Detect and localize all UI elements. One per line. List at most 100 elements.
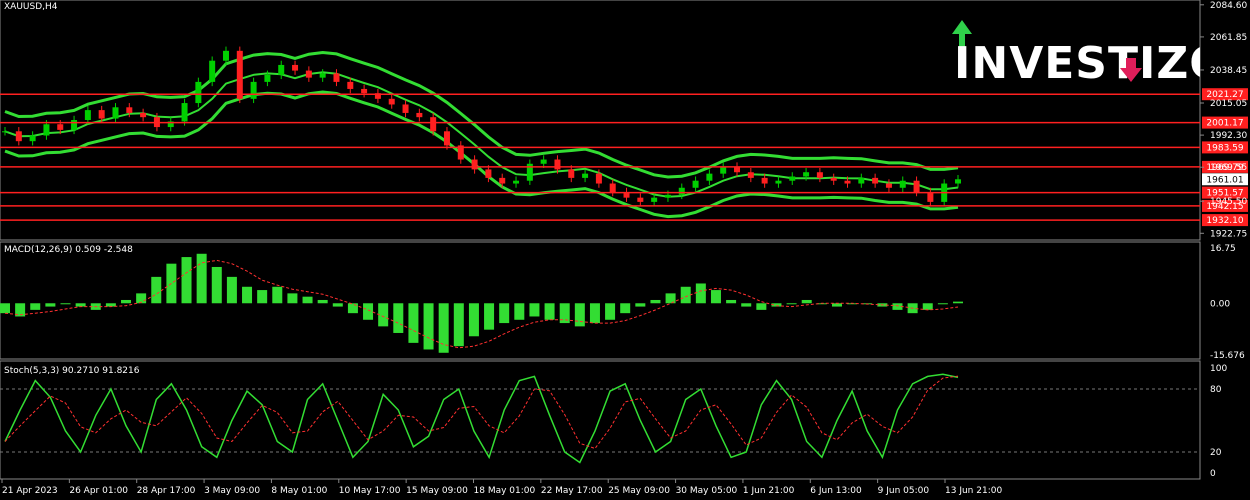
candle-body (361, 88, 368, 94)
candle-body (540, 159, 547, 164)
candle-body (582, 173, 589, 178)
candle-body (112, 107, 119, 119)
macd-bar (953, 301, 963, 304)
candle-body (222, 50, 229, 61)
time-label: 9 Jun 05:00 (878, 486, 930, 496)
macd-bar (635, 303, 646, 307)
macd-bar (726, 299, 737, 304)
candle-body (471, 159, 478, 170)
logo-text: INVESTIZO (954, 38, 1200, 82)
macd-bar (226, 276, 237, 304)
candle-body (15, 131, 22, 142)
macd-bar (922, 303, 933, 310)
macd-tick-label: 0.00 (1210, 299, 1230, 309)
macd-tick-label: -15.676 (1210, 351, 1245, 361)
macd-bar (317, 299, 328, 304)
macd-bar (75, 303, 86, 307)
candle-body (236, 50, 243, 99)
macd-bar (680, 286, 691, 304)
current-price-label: 1961.01 (1206, 175, 1243, 185)
candle-body (955, 179, 961, 184)
time-label: 21 Apr 2023 (2, 486, 58, 496)
macd-bar (589, 303, 600, 324)
macd-tick-label: 16.75 (1210, 244, 1236, 254)
macd-bar (151, 276, 162, 304)
candle-body (664, 194, 671, 198)
candle-body (319, 73, 326, 78)
candle-body (402, 104, 409, 113)
macd-bar (786, 303, 797, 305)
macd-bar (393, 303, 404, 333)
candle-body (706, 173, 713, 181)
candle-body (595, 173, 602, 184)
macd-bar (211, 266, 222, 304)
time-label: 13 Jun 21:00 (945, 486, 1002, 496)
macd-bar (756, 303, 767, 310)
macd-bar (60, 303, 71, 305)
candle-body (250, 81, 257, 99)
macd-bar (332, 303, 343, 307)
macd-bar (136, 293, 147, 304)
candle-body (347, 81, 354, 89)
candle-body (29, 135, 36, 142)
candle-body (443, 131, 450, 146)
candle-body (651, 197, 658, 202)
macd-bar (650, 299, 661, 304)
candle-body (126, 107, 133, 113)
price-tick-label: 1922.75 (1210, 229, 1247, 239)
macd-bar (302, 296, 313, 304)
candle-body (333, 73, 340, 82)
candle-body (568, 169, 575, 178)
time-label: 6 Jun 13:00 (810, 486, 862, 496)
level-label: 1983.59 (1206, 143, 1243, 153)
macd-bar (544, 303, 555, 320)
candle-body (899, 180, 906, 188)
candle-body (181, 103, 188, 122)
macd-bar (347, 303, 358, 314)
candle-body (678, 187, 685, 195)
stoch-tick-label: 100 (1210, 364, 1227, 374)
candle-body (637, 197, 644, 202)
symbol-label: XAUUSD,H4 (4, 2, 58, 12)
price-tick-label: 2061.85 (1210, 33, 1247, 43)
candle-body (609, 183, 616, 192)
candle-body (430, 117, 437, 132)
time-label: 25 May 09:00 (608, 486, 670, 496)
macd-bar (620, 303, 631, 314)
candle-body (885, 183, 892, 188)
time-label: 26 Apr 01:00 (69, 486, 128, 496)
macd-bar (121, 299, 132, 304)
time-label: 10 May 17:00 (339, 486, 401, 496)
candle-body (789, 176, 796, 181)
macd-bar (453, 303, 464, 347)
candle-body (747, 172, 754, 178)
stoch-tick-label: 80 (1210, 385, 1222, 395)
macd-bar (196, 253, 207, 304)
time-label: 18 May 01:00 (474, 486, 536, 496)
stoch-tick-label: 20 (1210, 448, 1222, 458)
macd-bar (30, 303, 41, 310)
time-label: 1 Jun 21:00 (743, 486, 795, 496)
macd-bar (741, 303, 752, 307)
macd-bar (363, 303, 374, 320)
time-label: 22 May 17:00 (541, 486, 603, 496)
time-label: 15 May 09:00 (406, 486, 468, 496)
price-tick-label: 1945.50 (1210, 197, 1247, 207)
macd-bar (529, 303, 540, 317)
candle-body (816, 172, 823, 178)
price-tick-label: 2015.05 (1210, 99, 1247, 109)
macd-bar (0, 303, 10, 314)
candle-body (71, 120, 78, 130)
candle-body (858, 177, 865, 184)
candle-body (485, 169, 492, 178)
candle-body (278, 64, 285, 75)
macd-bar (181, 257, 192, 304)
candle-body (499, 177, 506, 184)
price-tick-label: 2038.45 (1210, 66, 1247, 76)
candle-body (209, 60, 216, 82)
candle-body (775, 180, 782, 184)
macd-bar (695, 283, 706, 304)
time-label: 3 May 09:00 (204, 486, 260, 496)
macd-bar (287, 293, 298, 304)
level-label: 2001.17 (1206, 119, 1243, 129)
